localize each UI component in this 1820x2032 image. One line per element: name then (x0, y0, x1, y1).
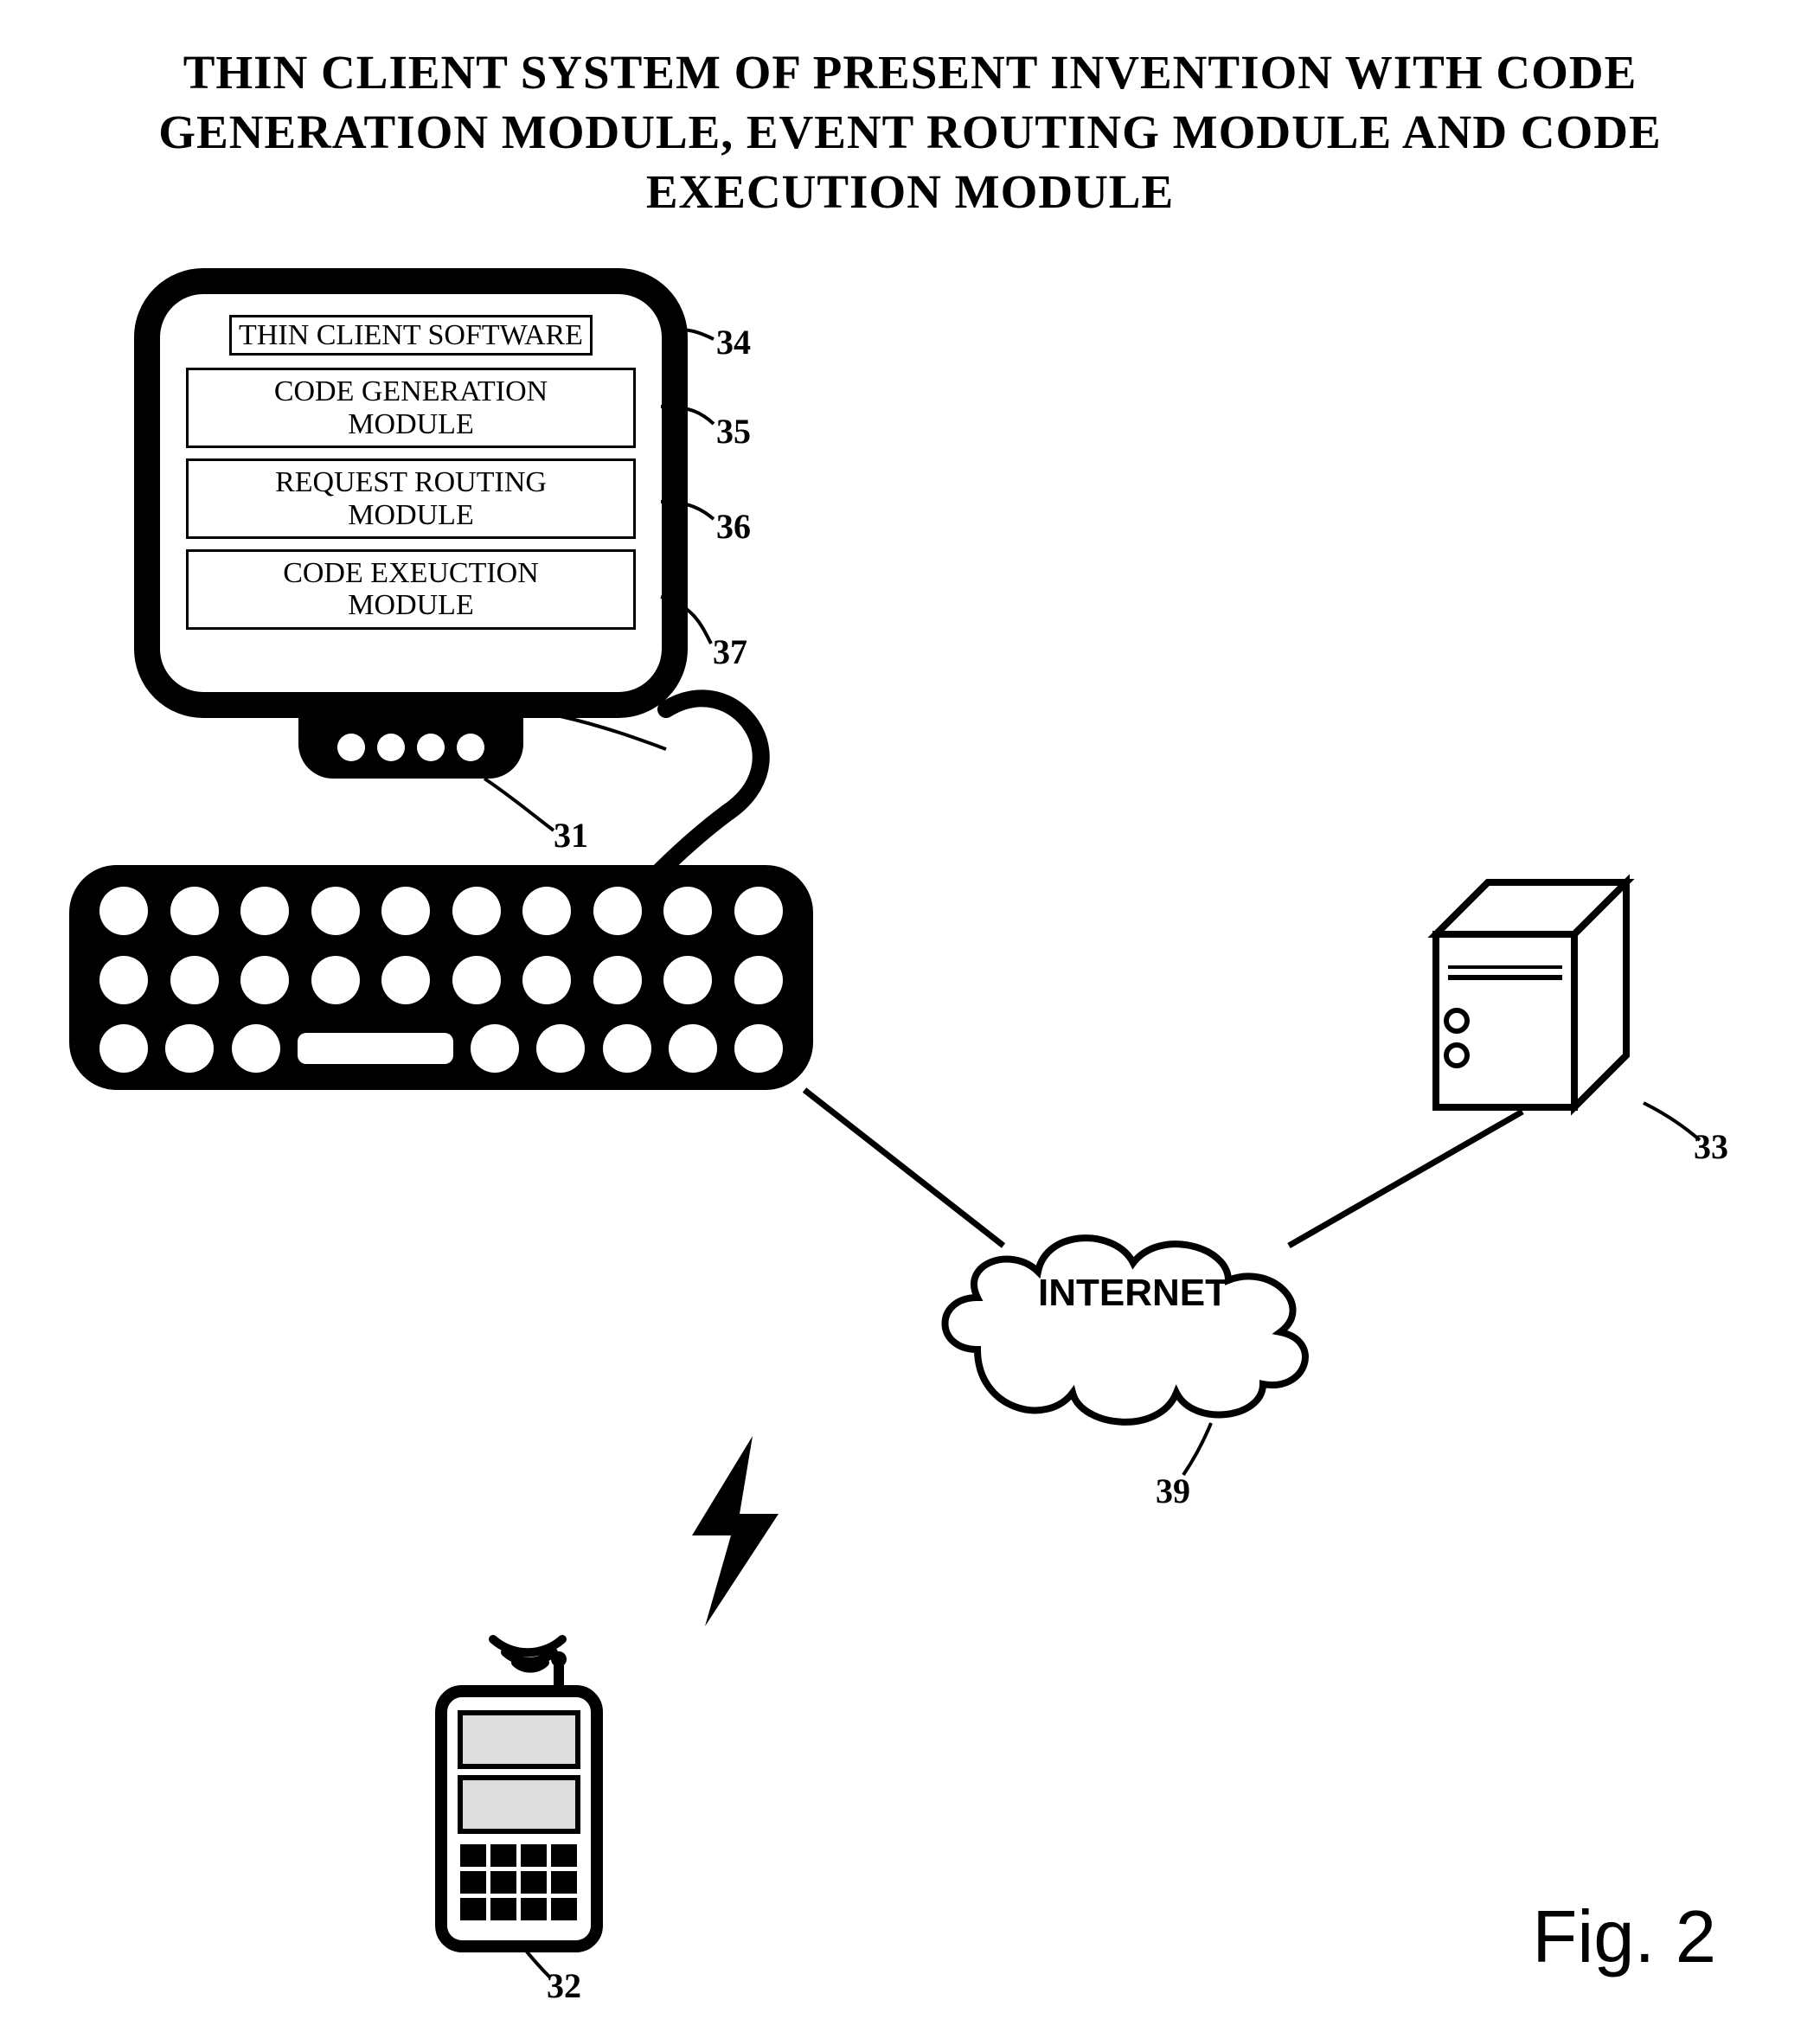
key (381, 956, 430, 1004)
key (240, 887, 289, 935)
module-label-line2: MODULE (348, 589, 473, 621)
diagram-title: THIN CLIENT SYSTEM OF PRESENT INVENTION … (0, 43, 1820, 221)
ref-31: 31 (554, 815, 588, 856)
monitor-base (298, 716, 523, 779)
title-line-3: EXECUTION MODULE (646, 165, 1174, 218)
key (734, 1024, 783, 1073)
server-icon (1427, 874, 1652, 1116)
key (663, 887, 712, 935)
key (240, 956, 289, 1004)
module-label-line1: CODE GENERATION (274, 375, 548, 407)
key (669, 1024, 717, 1073)
key (734, 956, 783, 1004)
key (165, 1024, 214, 1073)
cloud-label: INTERNET (1003, 1272, 1263, 1315)
key (232, 1024, 280, 1073)
module-stack: THIN CLIENT SOFTWARE CODE GENERATION MOD… (186, 315, 636, 640)
key (170, 956, 219, 1004)
key (452, 956, 501, 1004)
key-row (99, 887, 783, 935)
title-line-1: THIN CLIENT SYSTEM OF PRESENT INVENTION … (183, 46, 1637, 99)
key (452, 887, 501, 935)
module-label-line2: MODULE (348, 408, 473, 440)
ref-33: 33 (1694, 1126, 1728, 1167)
key (593, 956, 642, 1004)
module-code-generation: CODE GENERATION MODULE (186, 368, 636, 448)
key (663, 956, 712, 1004)
figure-label: Fig. 2 (1532, 1895, 1716, 1980)
ref-35: 35 (716, 411, 751, 452)
title-line-2: GENERATION MODULE, EVENT ROUTING MODULE … (158, 106, 1661, 158)
led-dot (457, 734, 484, 761)
key-row (99, 1024, 783, 1073)
module-label-line2: MODULE (348, 499, 473, 531)
ref-32: 32 (547, 1965, 581, 2006)
led-dot (417, 734, 445, 761)
led-dot (337, 734, 365, 761)
ref-34: 34 (716, 322, 751, 362)
key (170, 887, 219, 935)
lightning-bolt-icon (657, 1436, 804, 1626)
ref-37: 37 (713, 631, 747, 672)
module-code-execution: CODE EXEUCTION MODULE (186, 549, 636, 630)
key (471, 1024, 519, 1073)
spacebar (298, 1033, 453, 1064)
key (522, 887, 571, 935)
key (311, 956, 360, 1004)
key (593, 887, 642, 935)
module-request-routing: REQUEST ROUTING MODULE (186, 458, 636, 539)
module-label-line1: CODE EXEUCTION (283, 557, 539, 589)
diagram-canvas: THIN CLIENT SYSTEM OF PRESENT INVENTION … (0, 0, 1820, 2032)
key (99, 1024, 148, 1073)
key (99, 956, 148, 1004)
key (603, 1024, 651, 1073)
mobile-device-icon (415, 1618, 657, 1964)
key (734, 887, 783, 935)
module-thin-client-software: THIN CLIENT SOFTWARE (186, 315, 636, 356)
ref-36: 36 (716, 506, 751, 547)
monitor-cable (657, 683, 796, 874)
ref-39: 39 (1156, 1471, 1190, 1511)
client-computer: THIN CLIENT SOFTWARE CODE GENERATION MOD… (134, 268, 688, 779)
key (99, 887, 148, 935)
key (381, 887, 430, 935)
monitor: THIN CLIENT SOFTWARE CODE GENERATION MOD… (134, 268, 688, 718)
key (536, 1024, 585, 1073)
module-label-line1: REQUEST ROUTING (275, 466, 547, 498)
module-label: THIN CLIENT SOFTWARE (229, 315, 593, 356)
key-row (99, 956, 783, 1004)
keyboard (69, 865, 813, 1090)
key (522, 956, 571, 1004)
key (311, 887, 360, 935)
led-dot (377, 734, 405, 761)
